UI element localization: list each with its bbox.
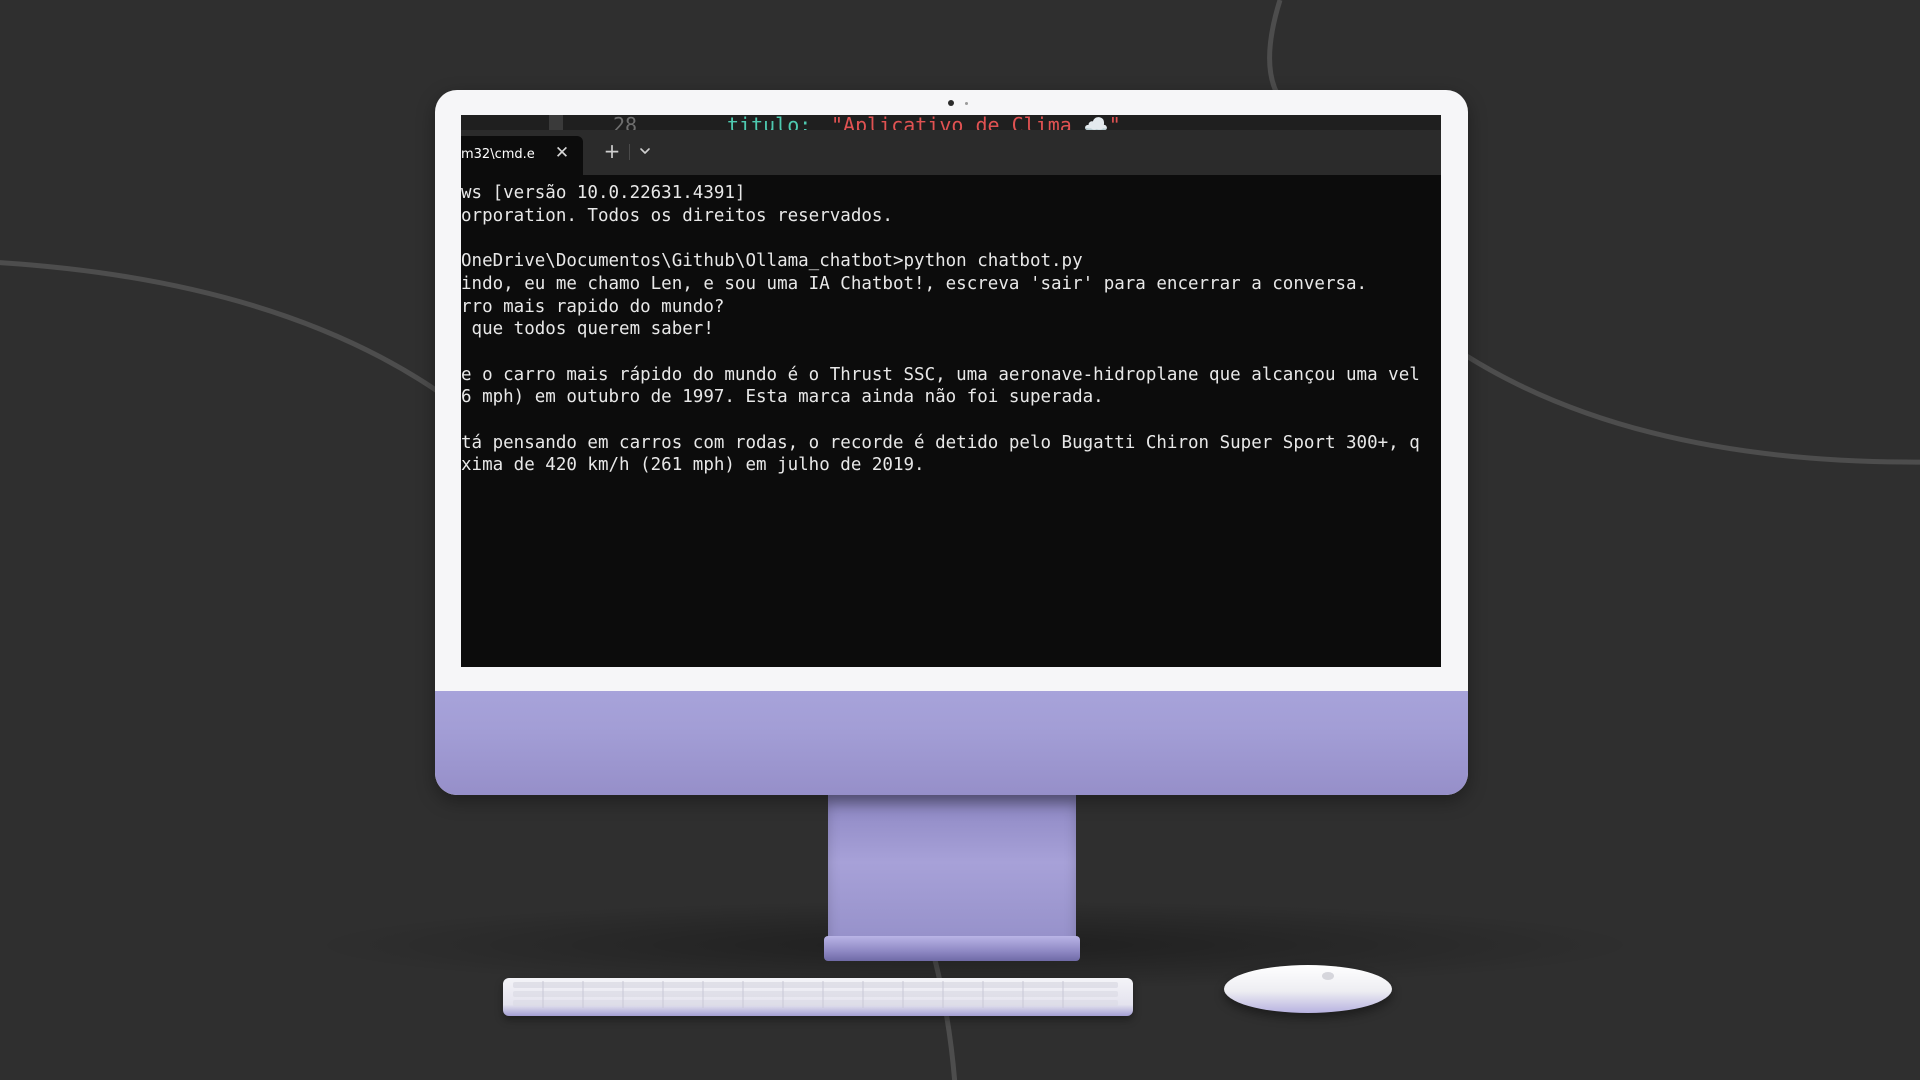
terminal-line: orporation. Todos os direitos reservados… <box>461 206 893 226</box>
terminal-output[interactable]: ws [versão 10.0.22631.4391] orporation. … <box>461 175 1441 667</box>
new-tab-button[interactable]: + <box>601 140 623 162</box>
camera-indicator <box>965 102 968 105</box>
tab-separator <box>629 144 630 160</box>
code-editor-peek: 28 titulo: "Aplicativo de Clima ☁️" <box>461 115 1441 130</box>
camera-icon <box>948 100 954 106</box>
terminal-line: OneDrive\Documentos\Github\Ollama_chatbo… <box>461 251 1083 271</box>
keyboard-keys <box>513 981 1118 1008</box>
mouse <box>1224 965 1392 1013</box>
terminal-tab-bar: m32\cmd.e ✕ + <box>461 130 1441 175</box>
editor-code-string: "Aplicativo de Clima ☁️" <box>831 115 1121 130</box>
terminal-line: 6 mph) em outubro de 1997. Esta marca ai… <box>461 387 1104 407</box>
terminal-line: xima de 420 km/h (261 mph) em julho de 2… <box>461 455 925 475</box>
terminal-tab[interactable]: m32\cmd.e ✕ <box>461 136 583 175</box>
close-icon[interactable]: ✕ <box>552 143 572 163</box>
imac-screen: 28 titulo: "Aplicativo de Clima ☁️" m32\… <box>461 115 1441 667</box>
imac-chin <box>435 691 1468 795</box>
terminal-line: e o carro mais rápido do mundo é o Thrus… <box>461 365 1420 385</box>
editor-gutter-marker <box>549 115 563 130</box>
tab-title: m32\cmd.e <box>461 147 535 162</box>
editor-code-key: titulo: <box>727 115 812 130</box>
terminal-line: que todos querem saber! <box>461 319 714 339</box>
terminal-line: tá pensando em carros com rodas, o recor… <box>461 433 1420 453</box>
imac-stand-base <box>824 936 1080 961</box>
imac-monitor: 28 titulo: "Aplicativo de Clima ☁️" m32\… <box>435 90 1468 795</box>
editor-line-number: 28 <box>613 115 638 130</box>
terminal-line: ws [versão 10.0.22631.4391] <box>461 183 746 203</box>
chevron-down-icon[interactable] <box>635 141 655 161</box>
apple-logo-icon <box>1322 972 1334 980</box>
imac-stand <box>828 795 1076 945</box>
terminal-line: indo, eu me chamo Len, e sou uma IA Chat… <box>461 274 1368 294</box>
terminal-line: rro mais rapido do mundo? <box>461 297 725 317</box>
keyboard <box>503 978 1133 1016</box>
